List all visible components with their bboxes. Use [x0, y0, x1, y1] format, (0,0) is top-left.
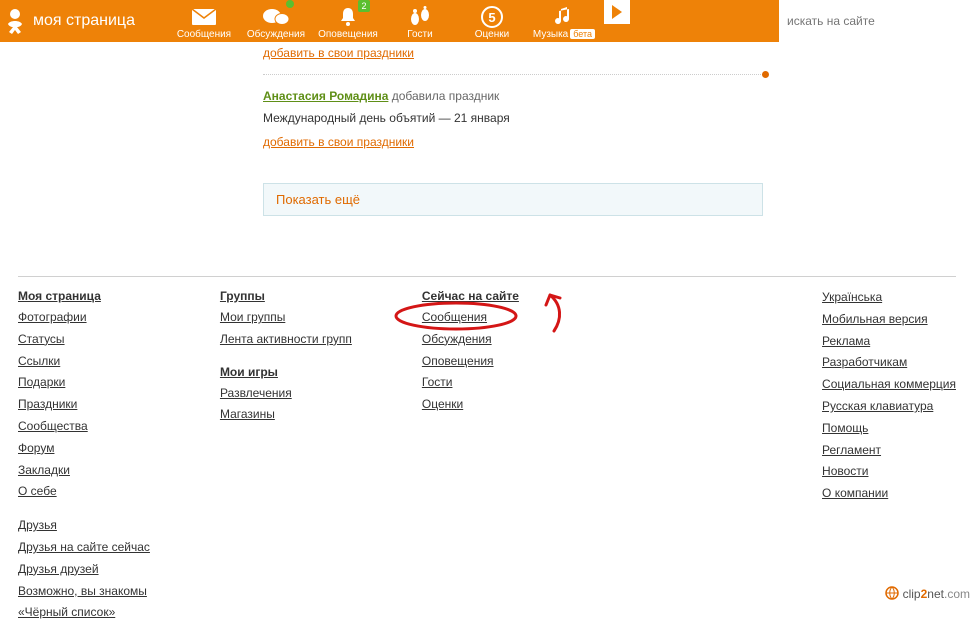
footer: Моя страница Фотографии Статусы Ссылки П…: [18, 276, 956, 626]
nav-label: Сообщения: [177, 29, 231, 40]
envelope-icon: [191, 6, 217, 28]
nav-music[interactable]: Музыкабета: [528, 0, 600, 42]
footer-link[interactable]: Друзья друзей: [18, 561, 150, 578]
nav-label: Обсуждения: [247, 29, 305, 40]
footer-col-2: Группы Мои группы Лента активности групп…: [220, 289, 352, 626]
footer-link[interactable]: «Чёрный список»: [18, 604, 150, 621]
svg-text:5: 5: [488, 10, 495, 25]
feed-action-text: добавила праздник: [392, 89, 500, 103]
nav-label: Музыкабета: [533, 29, 595, 40]
footer-link[interactable]: Оценки: [422, 396, 519, 413]
top-nav-bar: моя страница Сообщения Обсуждения 2 Опов…: [0, 0, 974, 42]
footer-link[interactable]: Помощь: [822, 420, 956, 437]
rating-five-icon: 5: [481, 6, 503, 28]
footer-link[interactable]: Подарки: [18, 374, 150, 391]
footer-link[interactable]: Разработчикам: [822, 354, 956, 371]
bubbles-icon: [262, 6, 290, 28]
footer-link[interactable]: Мои группы: [220, 309, 352, 326]
nav-label: Гости: [407, 29, 432, 40]
footprints-icon: [408, 6, 432, 28]
footer-link[interactable]: Гости: [422, 374, 519, 391]
footer-link[interactable]: Друзья: [18, 517, 150, 534]
badge: [286, 0, 294, 8]
nav-guests[interactable]: Гости: [384, 0, 456, 42]
search-input[interactable]: [779, 0, 974, 42]
logo-block[interactable]: моя страница: [0, 7, 143, 35]
nav-notifications[interactable]: 2 Оповещения: [312, 0, 384, 42]
nav-messages[interactable]: Сообщения: [168, 0, 240, 42]
footer-link[interactable]: Сообщества: [18, 418, 150, 435]
footer-link[interactable]: О себе: [18, 483, 150, 500]
dot-icon: [762, 71, 769, 78]
search-container: [779, 0, 974, 42]
footer-header[interactable]: Сейчас на сайте: [422, 289, 519, 303]
feed-area: добавить в свои праздники Анастасия Рома…: [263, 42, 763, 216]
nav-label: Оповещения: [318, 29, 378, 40]
feed-holiday-text: Международный день объятий — 21 января: [263, 111, 763, 125]
footer-col-1: Моя страница Фотографии Статусы Ссылки П…: [18, 289, 150, 626]
footer-link[interactable]: Развлечения: [220, 385, 352, 402]
feed-entry-header: Анастасия Ромадина добавила праздник: [263, 89, 763, 103]
beta-tag: бета: [570, 29, 595, 39]
footer-header[interactable]: Мои игры: [220, 365, 352, 379]
footer-link[interactable]: Лента активности групп: [220, 331, 352, 348]
footer-col-3: Сейчас на сайте Сообщения Обсуждения Опо…: [422, 289, 519, 626]
footer-link[interactable]: Статусы: [18, 331, 150, 348]
footer-link[interactable]: Русская клавиатура: [822, 398, 956, 415]
nav-ratings[interactable]: 5 Оценки: [456, 0, 528, 42]
footer-col-4: Українська Мобильная версия Реклама Разр…: [822, 289, 956, 626]
nav-label: Оценки: [475, 29, 509, 40]
footer-link[interactable]: Закладки: [18, 462, 150, 479]
page-title: моя страница: [33, 12, 135, 30]
feed-separator: [263, 74, 763, 75]
footer-link[interactable]: Социальная коммерция: [822, 376, 956, 393]
footer-link-messages[interactable]: Сообщения: [422, 309, 487, 326]
footer-link[interactable]: Мобильная версия: [822, 311, 956, 328]
footer-link[interactable]: Праздники: [18, 396, 150, 413]
bell-icon: [338, 6, 358, 28]
footer-link[interactable]: О компании: [822, 485, 956, 502]
footer-link[interactable]: Ссылки: [18, 353, 150, 370]
red-arrow-annotation-icon: [532, 291, 572, 335]
footer-link[interactable]: Друзья на сайте сейчас: [18, 539, 150, 556]
footer-header[interactable]: Группы: [220, 289, 352, 303]
footer-link[interactable]: Регламент: [822, 442, 956, 459]
footer-link[interactable]: Обсуждения: [422, 331, 519, 348]
footer-link[interactable]: Фотографии: [18, 309, 150, 326]
footer-link[interactable]: Українська: [822, 289, 956, 306]
highlighted-link-wrap: Сообщения: [422, 309, 487, 331]
play-button[interactable]: [604, 0, 630, 24]
footer-link[interactable]: Новости: [822, 463, 956, 480]
footer-link[interactable]: Оповещения: [422, 353, 519, 370]
add-holiday-link-top[interactable]: добавить в свои праздники: [263, 46, 414, 60]
add-holiday-link[interactable]: добавить в свои праздники: [263, 135, 414, 149]
user-name-link[interactable]: Анастасия Ромадина: [263, 89, 388, 103]
footer-link[interactable]: Магазины: [220, 406, 352, 423]
show-more-button[interactable]: Показать ещё: [263, 183, 763, 216]
badge-count: 2: [358, 0, 370, 12]
footer-header[interactable]: Моя страница: [18, 289, 150, 303]
play-icon: [612, 5, 622, 19]
footer-link[interactable]: Форум: [18, 440, 150, 457]
globe-icon: [885, 586, 899, 600]
music-note-icon: [554, 6, 574, 28]
nav-discussions[interactable]: Обсуждения: [240, 0, 312, 42]
ok-logo-icon: [3, 7, 27, 35]
footer-link[interactable]: Возможно, вы знакомы: [18, 583, 150, 600]
main-nav: Сообщения Обсуждения 2 Оповещения Гости …: [168, 0, 630, 42]
footer-link[interactable]: Реклама: [822, 333, 956, 350]
watermark: clip2net.com: [885, 586, 970, 601]
